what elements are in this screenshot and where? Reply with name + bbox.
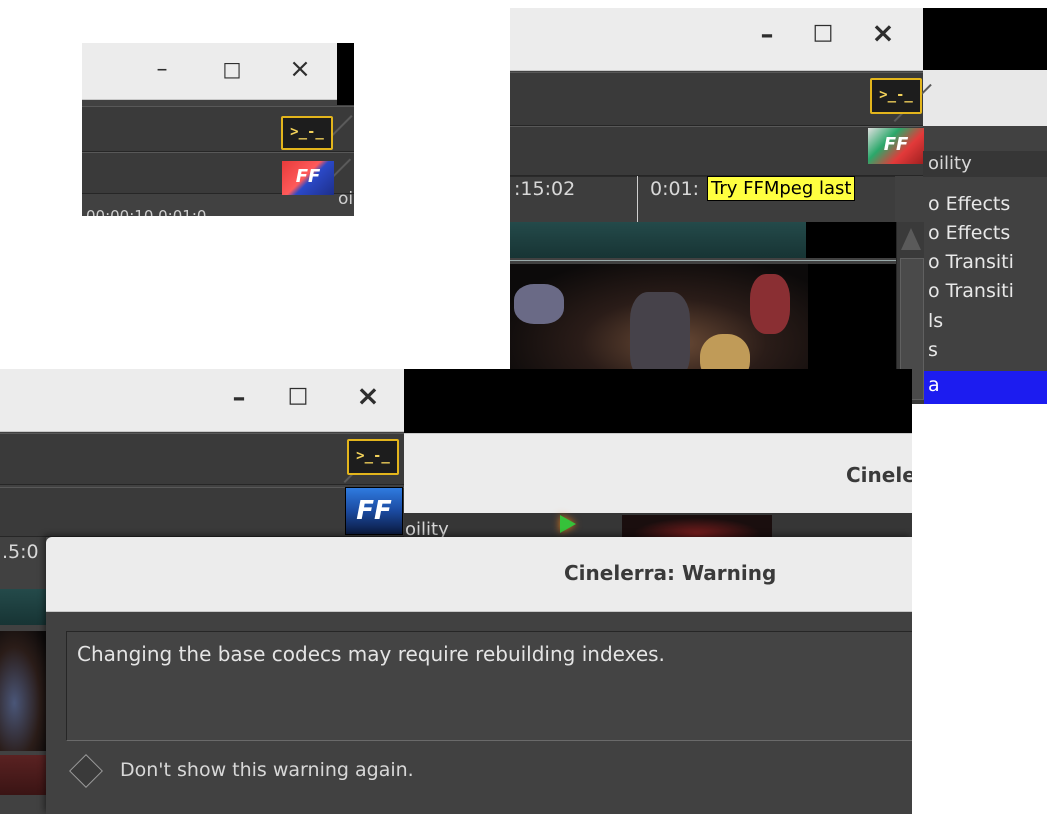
checkbox-label[interactable]: Don't show this warning again. (120, 759, 414, 781)
resource-item[interactable]: o Transiti (928, 251, 1014, 273)
scroll-up-arrow-icon[interactable] (901, 228, 921, 250)
resource-item[interactable]: o Transiti (928, 280, 1014, 302)
dialog-title: Cinelerra: Warning (564, 561, 777, 585)
close-button[interactable]: × (870, 16, 896, 49)
track-teal (510, 222, 806, 258)
track-teal (0, 589, 48, 625)
window-titlebar: – □ × (82, 43, 337, 100)
close-button[interactable]: × (288, 54, 312, 84)
black-edge (404, 369, 912, 433)
main-window-header (404, 433, 912, 514)
resource-item[interactable]: ls (928, 310, 943, 332)
ruler-tick (637, 176, 638, 222)
resource-item[interactable]: a (928, 374, 940, 396)
close-button[interactable]: × (355, 379, 381, 412)
toolbar-row (510, 72, 923, 126)
dont-show-checkbox[interactable] (69, 754, 103, 788)
resource-list: o Effects o Effects o Transiti o Transit… (924, 177, 1047, 404)
video-thumbnail (0, 631, 48, 751)
maximize-button[interactable]: □ (285, 383, 311, 408)
window-titlebar: – □ × (0, 369, 404, 432)
crop-top-left: – □ × >_-_ FF oi 00:00:10 0:01:0 (82, 43, 354, 216)
timecode-label: :15:02 (514, 178, 576, 200)
selected-resource-row[interactable]: a (924, 371, 1047, 404)
black-edge (337, 43, 354, 105)
timecode-row: 00:00:10 0:01:0 (86, 207, 207, 216)
minimize-button[interactable]: – (226, 383, 252, 413)
black-edge (923, 8, 1047, 70)
track-line (510, 260, 896, 261)
window-titlebar: – □ × (510, 8, 923, 71)
toolbar-row (510, 126, 923, 176)
play-indicator-icon (560, 515, 576, 533)
window-header-light (923, 70, 1047, 126)
toolbar-row (0, 487, 404, 537)
partial-label: oi (338, 189, 354, 209)
maximize-button[interactable]: □ (220, 57, 244, 81)
ffmpeg-tooltip: Try FFMpeg last (707, 176, 856, 201)
terminal-icon[interactable]: >_-_ (347, 439, 399, 475)
warning-dialog: Cinelerra: Warning Changing the base cod… (46, 537, 912, 814)
track-black (806, 222, 896, 258)
message-box: Changing the base codecs may require reb… (66, 631, 912, 741)
thumbnail-figure (750, 274, 790, 334)
minimize-button[interactable]: – (150, 57, 174, 82)
crop-bottom: – □ × >_-_ FF Cinele oility .5:0 Cineler… (0, 369, 912, 814)
timecode-label: 0:01: (650, 178, 700, 200)
ffmpeg-try-last-icon[interactable]: FF (282, 161, 334, 195)
ffmpeg-icon[interactable]: FF (345, 487, 403, 535)
resource-item[interactable]: s (928, 339, 938, 361)
resource-item[interactable]: o Effects (928, 222, 1010, 244)
track-red (0, 755, 48, 795)
ffmpeg-try-last-icon[interactable]: FF (868, 128, 924, 164)
crop-top-right: – □ × >_-_ FF oility :15:02 0:01: Try FF… (510, 8, 1047, 404)
maximize-button[interactable]: □ (810, 20, 836, 45)
dialog-titlebar: Cinelerra: Warning (46, 537, 912, 612)
timecode-label: .5:0 (2, 541, 39, 563)
video-thumbnail-mini (622, 515, 772, 539)
resource-item[interactable]: o Effects (928, 193, 1010, 215)
main-window-title: Cinele (846, 463, 912, 487)
terminal-icon[interactable]: >_-_ (281, 116, 333, 150)
terminal-icon[interactable]: >_-_ (870, 78, 922, 114)
toolbar-row (0, 433, 404, 485)
minimize-button[interactable]: – (754, 20, 780, 50)
warning-message: Changing the base codecs may require reb… (77, 642, 665, 666)
thumbnail-figure (514, 284, 564, 324)
resources-tab[interactable]: oility (928, 153, 972, 174)
